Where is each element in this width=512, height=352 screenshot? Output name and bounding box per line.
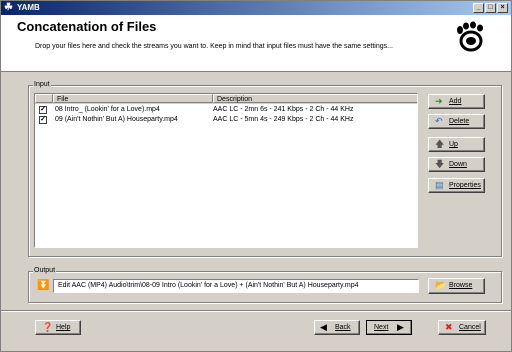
up-button[interactable]: 🡅 Up xyxy=(428,137,485,152)
footer-separator xyxy=(1,310,511,312)
window-controls: _ □ × xyxy=(473,3,508,13)
list-header: File Description xyxy=(35,94,417,104)
gnome-foot-icon: ☘ xyxy=(4,2,13,13)
window-title: YAMB xyxy=(17,3,40,12)
properties-icon: ▤ xyxy=(435,180,444,190)
up-arrow-icon: 🡅 xyxy=(435,139,445,149)
column-check[interactable] xyxy=(35,94,53,103)
output-path-field[interactable]: Edit AAC (MP4) Audio\trim\08-09 Intro (L… xyxy=(53,279,419,293)
file-description: AAC LC - 5mn 4s - 249 Kbps - 2 Ch - 44 K… xyxy=(213,116,354,123)
help-button[interactable]: ❓ Help xyxy=(35,320,81,335)
add-button[interactable]: ➜ Add xyxy=(428,94,485,109)
output-file-icon: ⏬ xyxy=(37,280,50,291)
column-file[interactable]: File xyxy=(53,94,213,103)
down-arrow-icon: 🡇 xyxy=(435,159,445,169)
help-icon: ❓ xyxy=(42,322,54,332)
maximize-button[interactable]: □ xyxy=(485,3,496,13)
add-arrow-icon: ➜ xyxy=(435,96,443,106)
column-description[interactable]: Description xyxy=(213,94,417,103)
close-button[interactable]: × xyxy=(497,3,508,13)
cancel-button[interactable]: ✖ Cancel xyxy=(438,320,486,335)
cancel-icon: ✖ xyxy=(445,322,453,332)
next-button[interactable]: Next ▶ xyxy=(366,320,412,335)
folder-icon: 📂 xyxy=(435,280,447,290)
list-item[interactable]: ✓ 09 (Ain't Nothin' But A) Houseparty.mp… xyxy=(35,115,417,125)
browse-button[interactable]: 📂 Browse xyxy=(428,278,485,294)
list-item[interactable]: ✓ 08 Intro_ (Lookin' for a Love).mp4 AAC… xyxy=(35,105,417,115)
stream-checkbox[interactable]: ✓ xyxy=(39,116,47,124)
file-name: 09 (Ain't Nothin' But A) Houseparty.mp4 xyxy=(55,116,178,123)
title-bar[interactable]: ☘ YAMB _ □ × xyxy=(1,1,511,15)
yamb-window: ☘ YAMB _ □ × Concatenation of Files Drop… xyxy=(0,0,512,352)
output-group-label: Output xyxy=(33,266,57,276)
file-name: 08 Intro_ (Lookin' for a Love).mp4 xyxy=(55,106,160,113)
file-description: AAC LC - 2mn 6s - 241 Kbps - 2 Ch - 44 K… xyxy=(213,106,354,113)
down-button[interactable]: 🡇 Down xyxy=(428,157,485,172)
input-group-label: Input xyxy=(33,80,51,90)
delete-arrow-icon: ↶ xyxy=(435,116,443,126)
back-button[interactable]: ◀ Back xyxy=(314,320,360,335)
page-subtitle: Drop your files here and check the strea… xyxy=(35,43,393,50)
back-arrow-icon: ◀ xyxy=(320,322,327,332)
stream-checkbox[interactable]: ✓ xyxy=(39,106,47,114)
wizard-header: Concatenation of Files Drop your files h… xyxy=(1,15,511,72)
properties-button[interactable]: ▤ Properties xyxy=(428,178,485,193)
page-title: Concatenation of Files xyxy=(17,19,157,34)
gnome-foot-logo-icon xyxy=(457,21,483,52)
next-arrow-icon: ▶ xyxy=(397,322,404,332)
minimize-button[interactable]: _ xyxy=(473,3,484,13)
input-file-list[interactable]: File Description ✓ 08 Intro_ (Lookin' fo… xyxy=(34,93,418,248)
delete-button[interactable]: ↶ Delete xyxy=(428,114,485,129)
